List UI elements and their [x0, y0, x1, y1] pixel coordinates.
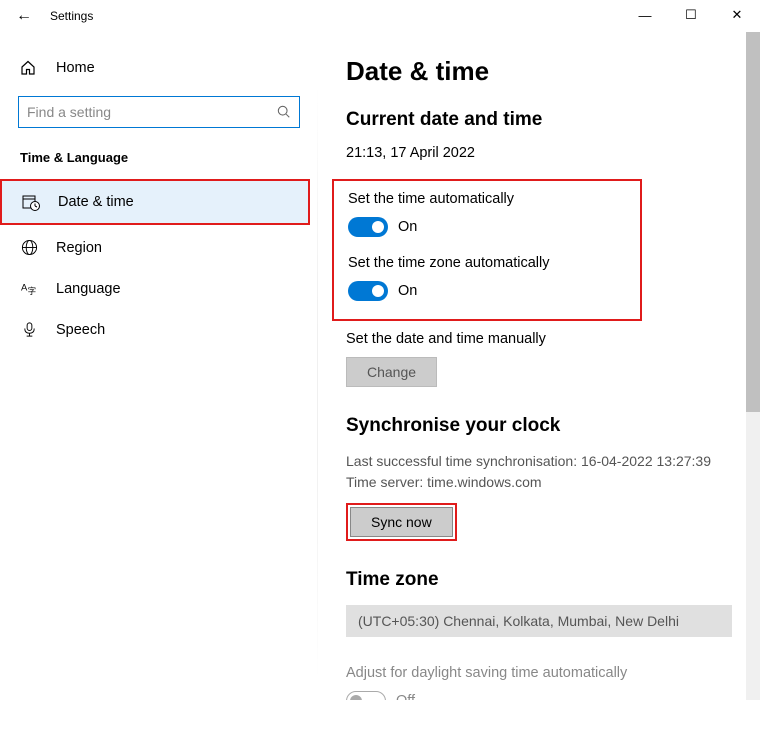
timezone-select: (UTC+05:30) Chennai, Kolkata, Mumbai, Ne…	[346, 605, 732, 637]
sync-heading: Synchronise your clock	[346, 415, 732, 437]
sidebar-item-label: Speech	[56, 322, 105, 338]
maximize-button[interactable]: ☐	[668, 0, 714, 30]
search-icon	[277, 105, 291, 119]
highlight-sync: Sync now	[346, 503, 457, 541]
sidebar-item-language[interactable]: A字 Language	[0, 268, 318, 309]
search-input[interactable]	[18, 96, 300, 128]
sidebar-item-label: Language	[56, 281, 121, 297]
highlight-auto-settings: Set the time automatically On Set the ti…	[332, 179, 642, 321]
sidebar-item-label: Region	[56, 240, 102, 256]
window-title: Settings	[50, 9, 93, 23]
sync-last-text: Last successful time synchronisation: 16…	[346, 451, 732, 472]
auto-tz-state: On	[398, 283, 417, 299]
current-datetime-value: 21:13, 17 April 2022	[346, 145, 732, 161]
minimize-button[interactable]: —	[622, 0, 668, 30]
timezone-heading: Time zone	[346, 569, 732, 591]
sync-now-button[interactable]: Sync now	[350, 507, 453, 537]
manual-datetime-label: Set the date and time manually	[346, 331, 732, 347]
svg-text:字: 字	[27, 286, 36, 296]
sync-info: Last successful time synchronisation: 16…	[346, 451, 732, 493]
category-heading: Time & Language	[0, 146, 318, 177]
sync-server-text: Time server: time.windows.com	[346, 472, 732, 493]
dst-toggle	[346, 691, 386, 700]
sidebar-item-speech[interactable]: Speech	[0, 309, 318, 350]
sidebar-item-label: Date & time	[58, 194, 134, 210]
window-controls: — ☐ ✕	[622, 0, 760, 30]
globe-icon	[20, 239, 38, 256]
home-icon	[20, 60, 38, 76]
auto-time-toggle[interactable]	[348, 217, 388, 237]
calendar-clock-icon	[22, 193, 40, 211]
current-datetime-heading: Current date and time	[346, 109, 732, 131]
dst-label: Adjust for daylight saving time automati…	[346, 665, 732, 681]
main-content: Date & time Current date and time 21:13,…	[318, 32, 760, 700]
scrollbar-thumb[interactable]	[746, 32, 760, 412]
change-button: Change	[346, 357, 437, 387]
search-field[interactable]	[27, 104, 277, 120]
dst-state: Off	[396, 693, 415, 700]
auto-tz-toggle[interactable]	[348, 281, 388, 301]
auto-time-label: Set the time automatically	[348, 191, 626, 207]
sidebar-item-region[interactable]: Region	[0, 227, 318, 268]
page-title: Date & time	[346, 56, 732, 87]
sidebar-item-date-time[interactable]: Date & time	[2, 181, 308, 223]
microphone-icon	[20, 321, 38, 338]
auto-time-state: On	[398, 219, 417, 235]
close-button[interactable]: ✕	[714, 0, 760, 30]
scrollbar[interactable]	[746, 32, 760, 700]
language-icon: A字	[20, 280, 38, 297]
sidebar: Home Time & Language Date & time	[0, 32, 318, 700]
home-label: Home	[56, 60, 95, 76]
auto-tz-label: Set the time zone automatically	[348, 255, 626, 271]
home-nav[interactable]: Home	[0, 52, 318, 84]
back-button[interactable]: ←	[0, 7, 48, 25]
